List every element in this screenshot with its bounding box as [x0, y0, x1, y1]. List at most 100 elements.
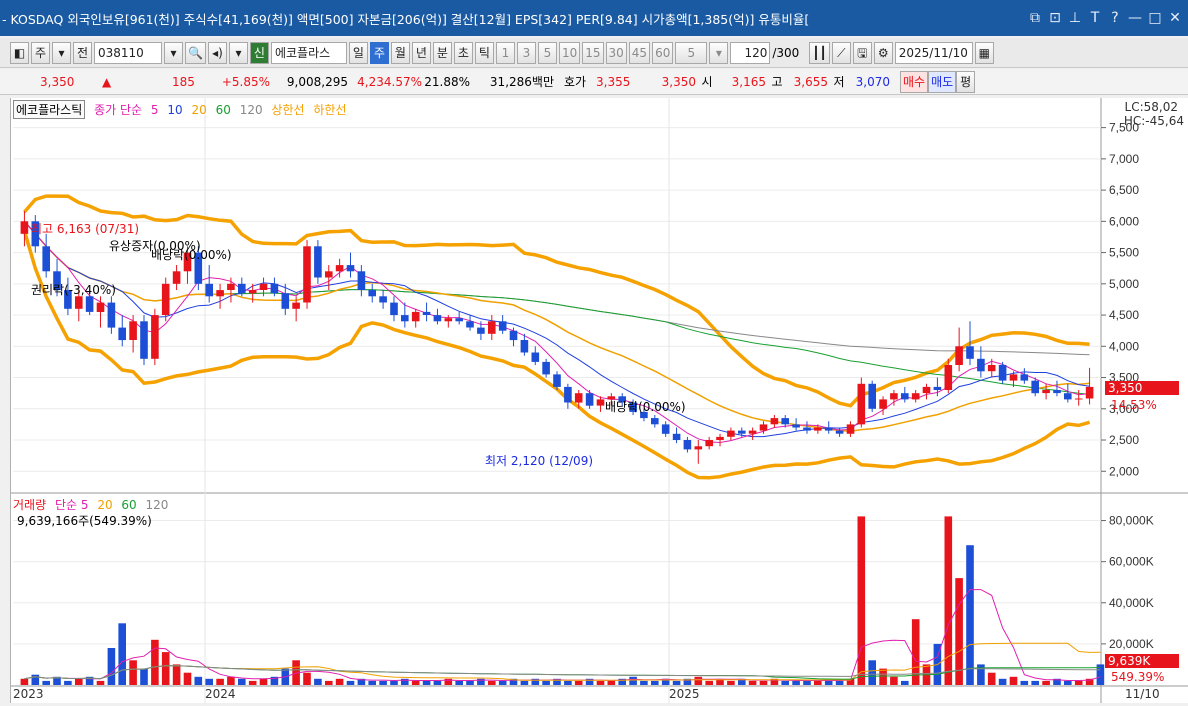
- interval-1[interactable]: 1: [495, 41, 515, 64]
- new-badge[interactable]: 신: [249, 41, 269, 64]
- candle-body: [531, 352, 540, 362]
- candle-body: [325, 271, 333, 278]
- settings-gear-icon[interactable]: ⚙: [873, 41, 893, 64]
- period-month[interactable]: 월: [390, 41, 410, 64]
- trend-tool-icon[interactable]: ⟋: [831, 41, 851, 64]
- low-price: 3,070: [855, 74, 890, 89]
- volume-bar: [1009, 676, 1018, 685]
- x-label-end: 11/10: [1125, 687, 1160, 701]
- font-icon[interactable]: T: [1088, 10, 1102, 26]
- dividend-annotation-1: 배당락(0.00%): [151, 248, 232, 262]
- pin-icon[interactable]: ⊥: [1068, 10, 1082, 26]
- search-icon[interactable]: 🔍: [185, 41, 206, 64]
- volume-bar: [966, 545, 974, 685]
- sell-button[interactable]: 매도: [928, 70, 957, 93]
- stock-legend-name[interactable]: 에코플라스틱: [13, 100, 86, 119]
- candle-body: [1064, 393, 1072, 400]
- volume-bar: [987, 672, 996, 685]
- price-tick-label: 5,500: [1109, 246, 1139, 260]
- candle-body: [75, 296, 83, 309]
- chart-area[interactable]: 7,500 7,000 6,500 6,000 5,500 5,000 4,500 4,000…: [10, 98, 1188, 703]
- candle-body: [846, 424, 855, 434]
- prev-button[interactable]: 전: [73, 41, 92, 64]
- candle-body: [661, 424, 670, 434]
- mode-dropdown-icon[interactable]: ▾: [52, 41, 71, 64]
- period-tick[interactable]: 틱: [474, 41, 494, 64]
- change-percent: +5.85%: [221, 74, 270, 89]
- price-tick-label: 2,500: [1109, 433, 1139, 447]
- period-minute[interactable]: 분: [432, 41, 452, 64]
- candle-body: [411, 311, 420, 322]
- volume-bar: [998, 678, 1007, 685]
- candle-body: [85, 296, 94, 312]
- interval-45[interactable]: 45: [628, 41, 651, 64]
- interval-15[interactable]: 15: [582, 41, 604, 64]
- dividend-annotation-2: 배당락(0.00%): [605, 400, 686, 414]
- sound-dropdown-icon[interactable]: ▾: [228, 41, 248, 64]
- eval-button[interactable]: 평: [956, 70, 976, 93]
- period-week[interactable]: 주: [369, 41, 389, 64]
- price-legend: 에코플라스틱 종가 단순 5 10 20 60 120 상한선 하한선: [13, 100, 352, 119]
- count-dropdown-icon[interactable]: ▾: [709, 41, 729, 64]
- candle-body: [205, 283, 213, 297]
- volume-bar: [879, 668, 887, 685]
- save-icon[interactable]: 🖫: [852, 41, 872, 64]
- candle-body: [911, 393, 920, 400]
- candle-body: [933, 386, 942, 390]
- volume-bar: [42, 680, 50, 685]
- popout-icon[interactable]: ⊡: [1048, 10, 1062, 26]
- maximize-icon[interactable]: □: [1148, 10, 1162, 26]
- period-year[interactable]: 년: [411, 41, 431, 64]
- interval-30[interactable]: 30: [605, 41, 627, 64]
- volume-bar: [335, 678, 344, 685]
- ma60-label: 60: [215, 103, 231, 117]
- candle-body: [455, 318, 463, 322]
- volume-bar: [216, 678, 224, 685]
- candle-body: [1074, 398, 1083, 400]
- volume-bar: [890, 676, 898, 685]
- period-day[interactable]: 일: [348, 41, 368, 64]
- candle-body: [172, 271, 181, 284]
- last-volume-tag: 9,639K: [1105, 654, 1179, 668]
- candle-style-icon[interactable]: ┃┃: [809, 41, 830, 64]
- lc-value: LC:58,02: [1124, 100, 1178, 114]
- volume-bar: [161, 652, 170, 685]
- volume-bar: [607, 680, 616, 685]
- date-input[interactable]: 2025/11/10: [894, 41, 973, 64]
- code-input[interactable]: 038110: [94, 41, 162, 64]
- price-tick-label: 4,500: [1109, 308, 1139, 322]
- volume-bar: [694, 676, 703, 685]
- code-dropdown-icon[interactable]: ▾: [164, 41, 183, 64]
- candle-body: [477, 327, 485, 334]
- volume-bar: [596, 680, 605, 685]
- candle-body: [488, 321, 496, 334]
- candle-body: [542, 361, 550, 375]
- interval-3[interactable]: 3: [516, 41, 536, 64]
- buy-button[interactable]: 매수: [900, 70, 929, 93]
- candle-body: [270, 283, 279, 294]
- interval-5[interactable]: 5: [537, 41, 557, 64]
- close-icon[interactable]: ✕: [1168, 10, 1182, 26]
- help-icon[interactable]: ?: [1108, 10, 1122, 26]
- volume-bar: [868, 660, 876, 685]
- interval-10[interactable]: 10: [558, 41, 581, 64]
- stock-name-field[interactable]: 에코플라스: [270, 41, 347, 64]
- candle-body: [118, 327, 126, 341]
- period-second[interactable]: 초: [453, 41, 473, 64]
- minimize-icon[interactable]: —: [1128, 10, 1142, 26]
- chart-toolbar: ◧ 주 ▾ 전 038110 ▾ 🔍 ◂) ▾ 신 에코플라스 일 주 월 년 …: [0, 38, 1188, 68]
- volume-tick-label: 60,000K: [1109, 555, 1154, 569]
- mode-select[interactable]: 주: [31, 41, 50, 64]
- restore-icon[interactable]: ⧉: [1028, 10, 1042, 26]
- volume-bar: [455, 680, 463, 685]
- sound-icon[interactable]: ◂): [207, 41, 227, 64]
- x-label-2023: 2023: [13, 687, 44, 701]
- interval-60[interactable]: 60: [652, 41, 674, 64]
- range-input[interactable]: 120: [730, 41, 771, 64]
- count-select[interactable]: 5: [675, 41, 708, 64]
- volume-value: 9,008,295: [286, 74, 348, 89]
- layout-icon[interactable]: ◧: [10, 41, 29, 64]
- hc-value: HC:-45,64: [1123, 114, 1184, 128]
- volume-bar: [314, 678, 322, 685]
- calendar-icon[interactable]: ▦: [974, 41, 994, 64]
